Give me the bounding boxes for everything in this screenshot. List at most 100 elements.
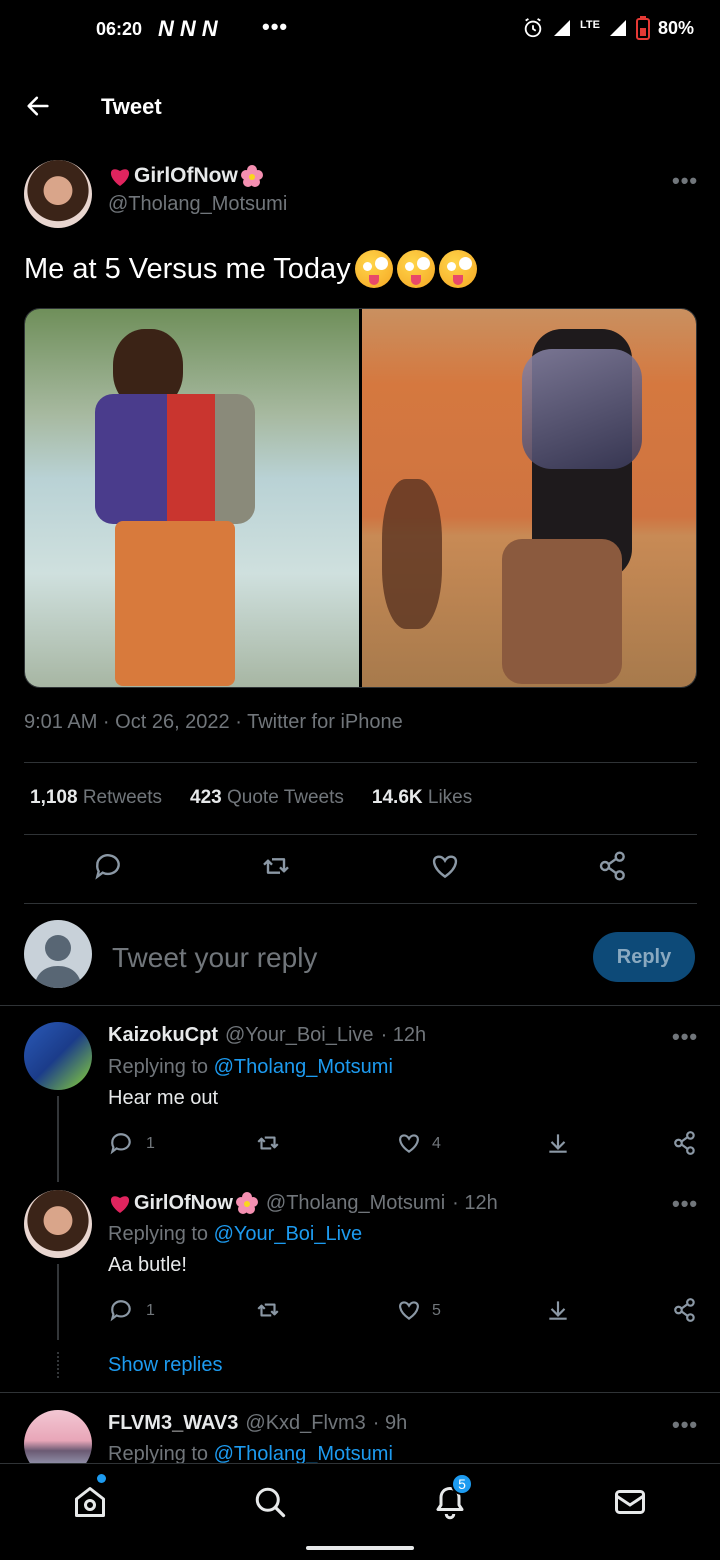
own-avatar[interactable] [24, 920, 92, 988]
retweet-icon[interactable] [255, 1130, 281, 1156]
replying-to-link[interactable]: @Tholang_Motsumi [214, 1443, 393, 1465]
winking-tongue-emoji-icon [354, 250, 393, 288]
divider [24, 834, 697, 835]
share-icon[interactable] [672, 1130, 698, 1156]
more-options-icon[interactable]: ••• [672, 1412, 698, 1438]
tweet-meta: 9:01 AM · Oct 26, 2022 · Twitter for iPh… [24, 711, 403, 734]
battery-icon [635, 16, 650, 40]
thread-line [57, 1264, 59, 1340]
reply-icon[interactable] [92, 850, 124, 882]
quotes-stat[interactable]: 423 Quote Tweets [190, 787, 344, 809]
retweet-icon[interactable] [255, 1297, 281, 1323]
child-trousers [115, 521, 235, 686]
reply-time: · 9h [372, 1412, 408, 1434]
alarm-icon [524, 18, 542, 38]
replying-to-link[interactable]: @Tholang_Motsumi [214, 1056, 393, 1078]
like-heart-icon[interactable] [396, 1297, 422, 1323]
n-icon: N [201, 16, 218, 41]
like-count: 5 [432, 1302, 441, 1319]
legs [502, 539, 622, 684]
tweet-text: Me at 5 Versus me Today [24, 252, 351, 285]
like-heart-icon[interactable] [429, 850, 461, 882]
signal-icon [554, 20, 570, 36]
media-image-adult-photo[interactable] [362, 309, 696, 687]
reply-author-handle[interactable]: @Your_Boi_Live [225, 1024, 374, 1047]
likes-stat[interactable]: 14.6K Likes [372, 787, 472, 809]
divider [0, 1005, 720, 1006]
n-icon: N [158, 16, 174, 41]
reply-icon[interactable] [108, 1297, 134, 1323]
winking-tongue-emoji-icon [396, 250, 435, 288]
thread-line [57, 1096, 59, 1182]
back-arrow-icon[interactable] [24, 92, 52, 120]
signal-icon-2 [609, 20, 626, 36]
author-name-row[interactable]: GirlOfNow [108, 164, 264, 188]
winking-tongue-emoji-icon [438, 250, 477, 288]
notification-icons: N N N [158, 16, 218, 42]
search-icon[interactable] [252, 1484, 288, 1520]
download-share-icon[interactable] [545, 1297, 571, 1323]
like-heart-icon[interactable] [396, 1130, 422, 1156]
media-image-child-photo[interactable] [25, 309, 359, 687]
tweet-action-bar [24, 850, 697, 890]
download-share-icon[interactable] [545, 1130, 571, 1156]
author-name: GirlOfNow [134, 164, 238, 187]
more-options-icon[interactable]: ••• [672, 1024, 698, 1050]
tweet-stats: 1,108 Retweets 423 Quote Tweets 14.6K Li… [30, 787, 472, 809]
status-right: LTE 80% [522, 16, 694, 40]
red-heart-icon [110, 169, 130, 186]
n-icon: N [179, 16, 196, 41]
share-icon[interactable] [597, 850, 629, 882]
like-count: 4 [432, 1135, 441, 1152]
replying-to: Replying to @Your_Boi_Live [108, 1223, 363, 1245]
red-heart-icon [110, 1196, 130, 1213]
reply-author-name[interactable]: FLVM3_WAV3 [108, 1412, 238, 1435]
reply-author-name[interactable]: KaizokuCpt [108, 1024, 218, 1047]
reply-count: 1 [146, 1135, 155, 1152]
battery-percent: 80% [657, 17, 694, 38]
replying-to: Replying to @Tholang_Motsumi [108, 1056, 393, 1078]
more-options-icon[interactable]: ••• [672, 1191, 698, 1217]
default-profile-icon [34, 935, 82, 988]
reply-icon[interactable] [108, 1130, 134, 1156]
reply-author-handle[interactable]: @Kxd_Flvm3 [245, 1412, 365, 1435]
reply-author-name-row[interactable]: GirlOfNow [108, 1191, 259, 1215]
retweets-stat[interactable]: 1,108 Retweets [30, 787, 162, 809]
replying-to-link[interactable]: @Your_Boi_Live [214, 1223, 363, 1245]
child-shirt [95, 394, 255, 524]
scarf [522, 349, 642, 469]
more-notifications-dots: ••• [262, 14, 289, 39]
reply-input[interactable]: Tweet your reply [112, 942, 317, 974]
author-handle[interactable]: @Tholang_Motsumi [108, 193, 287, 216]
notification-badge: 5 [451, 1473, 473, 1495]
reply-button[interactable]: Reply [593, 932, 695, 982]
tweet-timestamp: 9:01 AM · Oct 26, 2022 · [24, 711, 248, 733]
home-unread-dot [97, 1474, 106, 1483]
gesture-home-bar[interactable] [306, 1546, 414, 1550]
reply-text: Hear me out [108, 1087, 219, 1109]
divider [24, 903, 697, 904]
reply-avatar[interactable] [24, 1190, 92, 1258]
messages-icon[interactable] [612, 1484, 648, 1520]
divider [0, 1392, 720, 1393]
shadow-figure [382, 479, 442, 629]
page-title: Tweet [101, 94, 162, 119]
status-bar: 06:20 N N N ••• LTE 80% [0, 0, 720, 60]
divider [24, 762, 697, 763]
reply-author-handle[interactable]: @Tholang_Motsumi [266, 1192, 445, 1215]
reply-header: KaizokuCpt @Your_Boi_Live · 12h [108, 1024, 426, 1047]
retweet-icon[interactable] [260, 850, 292, 882]
show-replies-link[interactable]: Show replies [108, 1354, 223, 1377]
reply-time: · 12h [380, 1024, 427, 1046]
reply-time: · 12h [452, 1191, 498, 1214]
reply-avatar[interactable] [24, 1022, 92, 1090]
home-icon[interactable] [72, 1484, 108, 1520]
status-time: 06:20 [96, 19, 143, 39]
author-avatar[interactable] [24, 160, 92, 228]
hibiscus-icon [240, 165, 263, 187]
share-icon[interactable] [672, 1297, 698, 1323]
reply-author-name: GirlOfNow [134, 1191, 233, 1214]
more-options-icon[interactable]: ••• [672, 168, 698, 194]
tweet-media[interactable] [24, 308, 697, 688]
network-type: LTE [580, 19, 600, 31]
